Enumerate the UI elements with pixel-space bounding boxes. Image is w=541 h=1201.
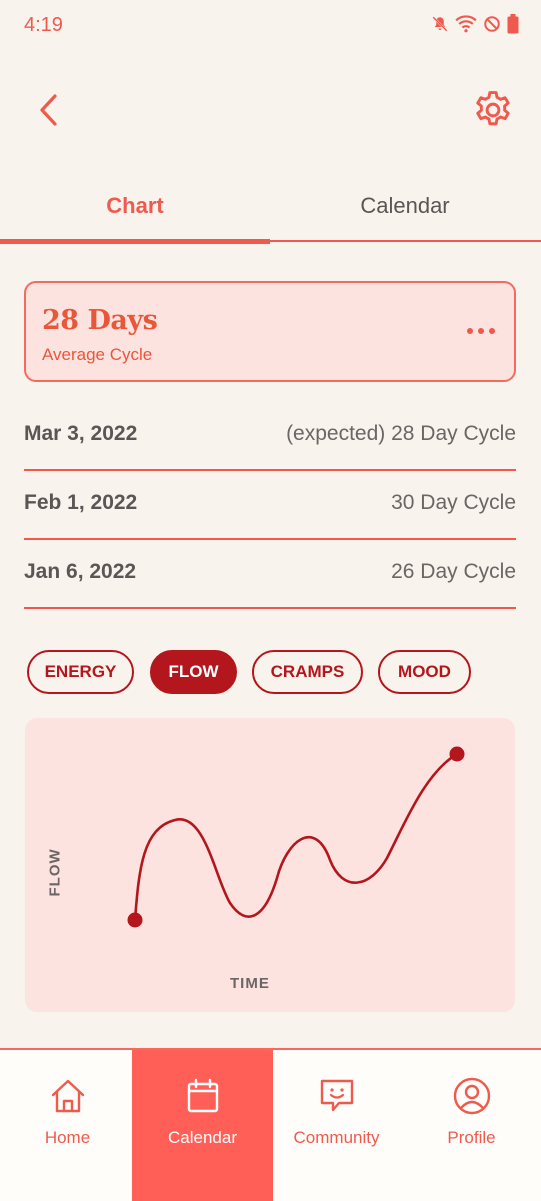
cycle-length: 30 Day Cycle xyxy=(391,491,516,514)
chart-x-label: TIME xyxy=(230,975,270,992)
mute-icon xyxy=(432,16,448,32)
more-horizontal-icon-dot xyxy=(478,328,484,334)
flow-trend-line xyxy=(133,752,459,922)
cycle-date: Feb 1, 2022 xyxy=(24,491,138,514)
cycle-history-list: Mar 3, 2022 (expected) 28 Day Cycle Feb … xyxy=(24,402,516,609)
more-horizontal-icon-dot xyxy=(489,328,495,334)
flow-end-point xyxy=(449,746,465,762)
more-options-button[interactable] xyxy=(464,319,498,343)
nav-community-label: Community xyxy=(293,1128,380,1147)
battery-icon xyxy=(507,14,519,34)
chip-mood[interactable]: MOOD xyxy=(378,650,471,694)
nav-community[interactable]: Community xyxy=(269,1050,404,1201)
cycle-row[interactable]: Mar 3, 2022 (expected) 28 Day Cycle xyxy=(24,402,516,471)
cycle-date: Mar 3, 2022 xyxy=(24,422,138,445)
status-time: 4:19 xyxy=(24,14,63,36)
chip-energy[interactable]: ENERGY xyxy=(27,650,134,694)
gear-icon xyxy=(476,91,510,126)
do-not-disturb-icon xyxy=(484,16,500,32)
average-cycle-label: Average Cycle xyxy=(42,345,153,364)
wifi-icon xyxy=(455,15,477,33)
user-circle-icon xyxy=(453,1077,490,1115)
nav-home-label: Home xyxy=(44,1128,91,1147)
flow-chart: FLOW TIME xyxy=(25,718,515,1012)
tab-chart[interactable]: Chart xyxy=(0,180,270,244)
cycle-row[interactable]: Jan 6, 2022 26 Day Cycle xyxy=(24,540,516,609)
nav-profile-label: Profile xyxy=(447,1128,496,1147)
tab-calendar[interactable]: Calendar xyxy=(270,180,540,240)
chip-flow[interactable]: FLOW xyxy=(150,650,237,694)
average-cycle-card: 28 Days Average Cycle xyxy=(24,281,516,382)
nav-calendar-label: Calendar xyxy=(168,1128,237,1147)
chat-smile-icon xyxy=(320,1079,353,1112)
chart-y-label: FLOW xyxy=(46,848,64,897)
cycle-length: 26 Day Cycle xyxy=(391,560,516,583)
nav-home[interactable]: Home xyxy=(0,1050,135,1201)
chip-cramps[interactable]: CRAMPS xyxy=(252,650,363,694)
settings-button[interactable] xyxy=(471,88,515,132)
average-cycle-days: 28 Days xyxy=(42,305,158,336)
top-bar xyxy=(0,70,541,150)
back-button[interactable] xyxy=(30,90,70,130)
home-icon xyxy=(51,1079,84,1113)
cycle-length: (expected) 28 Day Cycle xyxy=(286,422,516,445)
calendar-icon xyxy=(187,1078,218,1113)
status-bar: 4:19 xyxy=(0,0,541,52)
chart-y-axis: FLOW xyxy=(45,848,65,908)
cycle-row[interactable]: Feb 1, 2022 30 Day Cycle xyxy=(24,471,516,540)
nav-calendar[interactable]: Calendar xyxy=(132,1050,273,1201)
status-icons xyxy=(431,14,519,34)
more-horizontal-icon xyxy=(467,328,473,334)
chevron-left-icon xyxy=(40,94,57,126)
nav-profile[interactable]: Profile xyxy=(404,1050,539,1201)
cycle-date: Jan 6, 2022 xyxy=(24,560,137,583)
tab-bar: Chart Calendar xyxy=(0,180,541,244)
bottom-navigation: Home Calendar Community Profile xyxy=(0,1048,541,1201)
flow-start-point xyxy=(127,912,143,928)
flow-chart-svg xyxy=(127,746,465,928)
